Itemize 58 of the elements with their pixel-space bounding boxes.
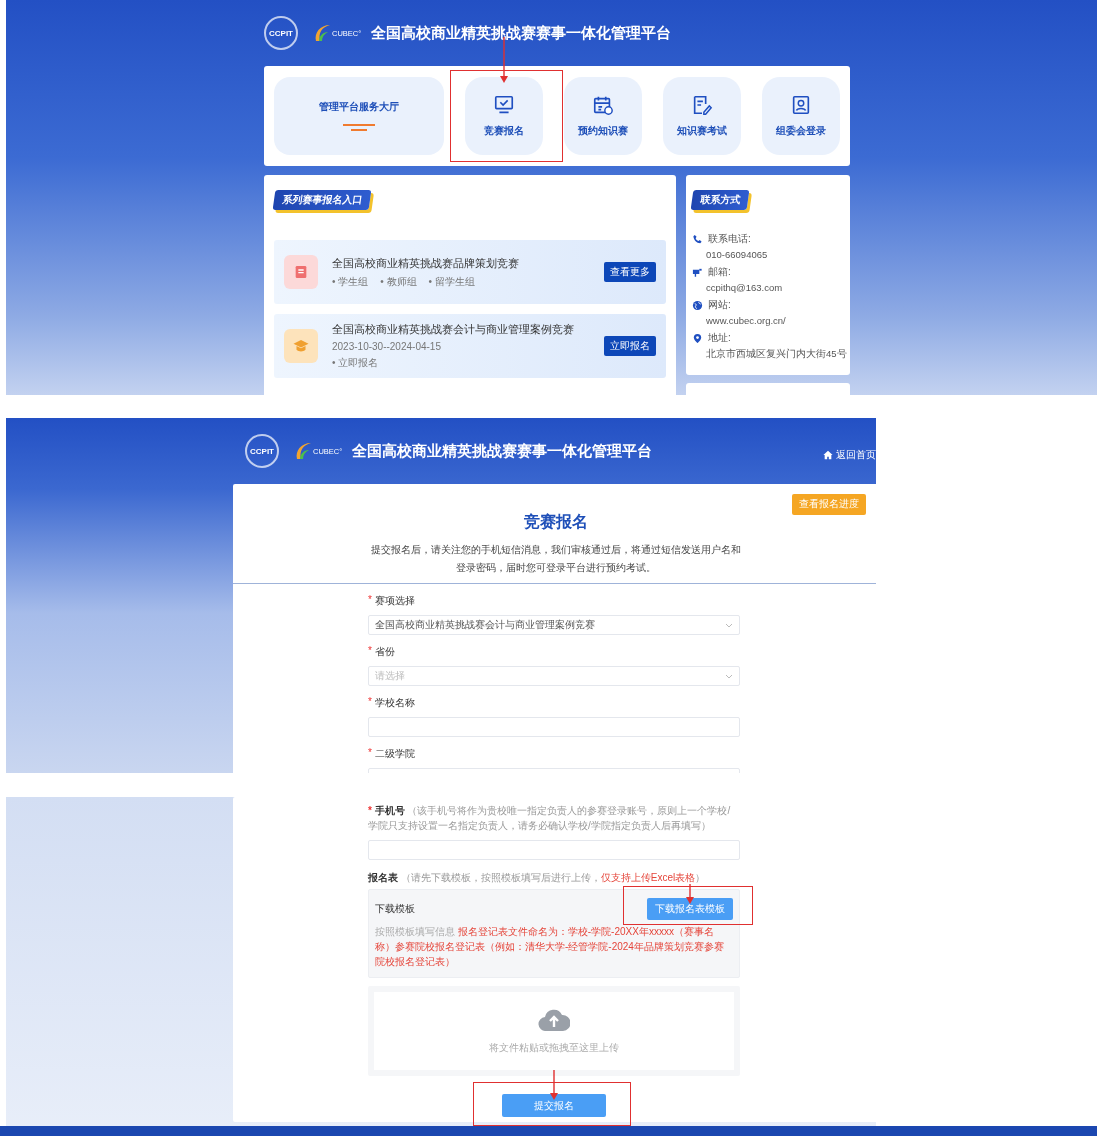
input-field[interactable] bbox=[368, 717, 740, 737]
nav-tile[interactable]: 竞赛报名 bbox=[465, 77, 543, 155]
nav-tile[interactable]: 知识赛考试 bbox=[663, 77, 741, 155]
nav-tile[interactable]: 预约知识赛 bbox=[564, 77, 642, 155]
contact-label: 联系电话: bbox=[708, 232, 751, 246]
annotation-arrow bbox=[550, 1070, 558, 1100]
chevron-down-icon bbox=[725, 622, 733, 628]
select-field[interactable]: 全国高校商业精英挑战赛会计与商业管理案例竞赛 bbox=[368, 615, 740, 635]
input-field[interactable] bbox=[368, 840, 740, 860]
field-label: * 省份 bbox=[368, 645, 396, 659]
ccpit-logo: CCPIT bbox=[264, 16, 298, 50]
section-tag: 联系方式 bbox=[690, 190, 750, 210]
section-tag: 系列赛事报名入口 bbox=[272, 190, 372, 210]
underline-icon bbox=[343, 124, 375, 132]
date-range: 2023-10-30--2024-04-15 bbox=[332, 341, 442, 352]
contact-value: 北京市西城区复兴门内大街45号 bbox=[706, 348, 847, 361]
chevron-down-icon bbox=[725, 673, 733, 679]
document-pen-icon bbox=[691, 94, 713, 116]
contact-value: www.cubec.org.cn/ bbox=[706, 315, 786, 326]
annotation-arrow bbox=[686, 884, 694, 904]
competition-title: 全国高校商业精英挑战赛会计与商业管理案例竞赛 bbox=[332, 322, 575, 337]
field-label: * 二级学院 bbox=[368, 747, 416, 761]
contact-label: 邮箱: bbox=[708, 265, 731, 279]
location-pin-icon bbox=[692, 332, 703, 344]
monitor-check-icon bbox=[493, 94, 515, 116]
template-title: 下载模板 bbox=[375, 902, 415, 916]
competition-title: 全国高校商业精英挑战赛品牌策划竞赛 bbox=[332, 255, 520, 271]
book-icon bbox=[293, 264, 309, 280]
upload-hint: 将文件粘贴或拖拽至这里上传 bbox=[489, 1041, 619, 1055]
cloud-upload-icon bbox=[538, 1007, 570, 1031]
globe-icon bbox=[692, 299, 703, 311]
group-label: • 教师组 bbox=[380, 274, 417, 289]
id-card-icon bbox=[790, 94, 812, 116]
field-label: * 赛项选择 bbox=[368, 594, 416, 608]
contact-value: 010-66094065 bbox=[706, 249, 768, 260]
field-label: 报名表 （请先下载模板，按照模板填写后进行上传，仅支持上传Excel表格） bbox=[368, 871, 706, 885]
contact-label: 网站: bbox=[708, 298, 731, 312]
nav-tile[interactable]: 组委会登录 bbox=[762, 77, 840, 155]
platform-title: 全国高校商业精英挑战赛赛事一体化管理平台 bbox=[371, 23, 672, 43]
contact-label: 地址: bbox=[708, 331, 731, 345]
group-label: • 学生组 bbox=[332, 274, 369, 289]
page-heading: 竞赛报名 bbox=[522, 512, 589, 532]
competition-button[interactable]: 立即报名 bbox=[604, 336, 656, 356]
contact-value: ccpithq@163.com bbox=[706, 282, 783, 293]
field-label: * 学校名称 bbox=[368, 696, 416, 710]
competition-button[interactable]: 查看更多 bbox=[604, 262, 656, 282]
home-link[interactable]: 返回首页 bbox=[823, 448, 876, 462]
calendar-clock-icon bbox=[592, 94, 614, 116]
hall-title: 管理平台服务大厅 bbox=[319, 100, 399, 114]
group-label: • 留学生组 bbox=[428, 274, 475, 289]
intro-text: 提交报名后，请关注您的手机短信消息，我们审核通过后，将通过短信发送用户名和登录密码，届时您可登录平台进行预约考试。 bbox=[370, 543, 741, 575]
phone-icon bbox=[692, 233, 703, 245]
platform-title: 全国高校商业精英挑战赛赛事一体化管理平台 bbox=[352, 441, 653, 461]
ccpit-logo: CCPIT bbox=[245, 434, 279, 468]
group-label: • 立即报名 bbox=[332, 356, 379, 370]
home-icon bbox=[823, 450, 833, 460]
mailbox-icon bbox=[692, 266, 703, 278]
template-note: 按照模板填写信息 报名登记表文件命名为：学校-学院-20XX年xxxxx（赛事名称）参赛院校报名登记表（例如：清华大学-经管学院-2024年品牌策划竞赛参赛院校报名登记表） bbox=[375, 925, 725, 969]
